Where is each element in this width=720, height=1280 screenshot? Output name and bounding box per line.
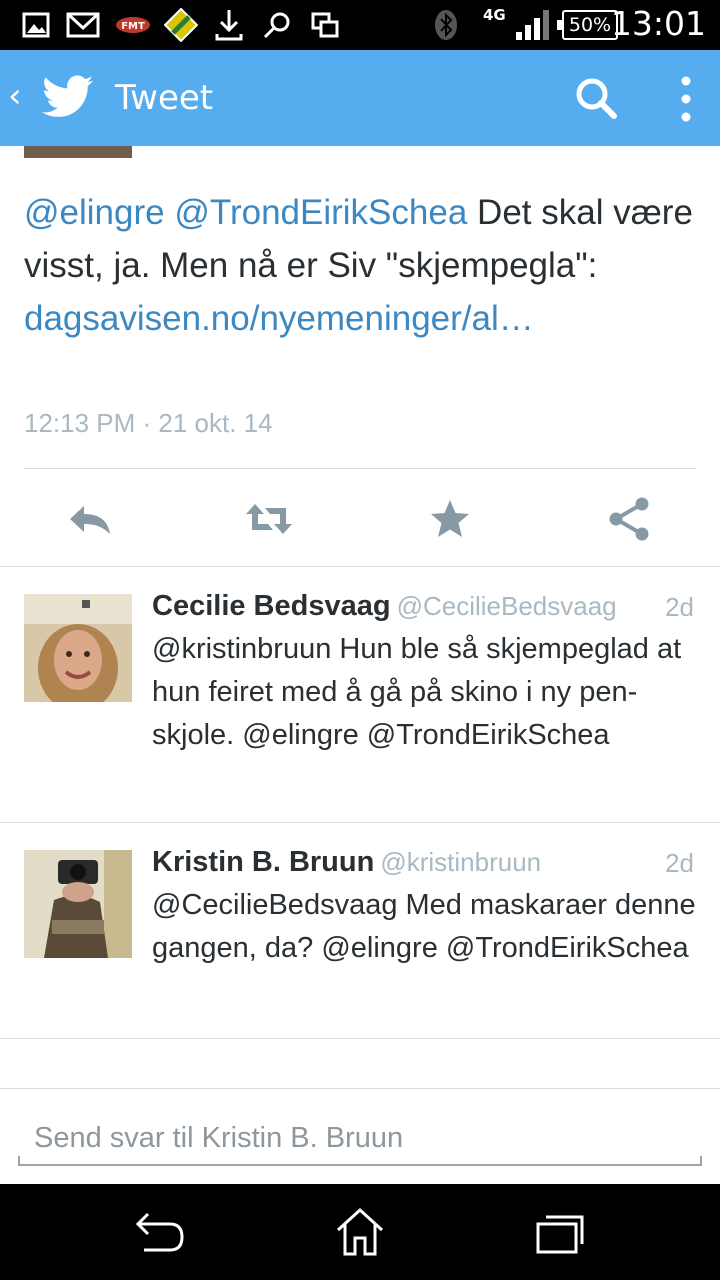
image-notification-icon [22, 12, 50, 38]
app-bar: ‹ Tweet [0, 50, 720, 146]
author-handle: @kristinbruun [380, 847, 542, 877]
back-icon[interactable] [130, 1206, 190, 1258]
author-name: Kristin B. Bruun [152, 846, 375, 878]
screen-mirror-icon [311, 12, 339, 38]
status-bar: FMT 4G 50% 13:01 [0, 0, 720, 50]
page-title: Tweet [115, 78, 214, 118]
reply-input[interactable] [18, 1118, 702, 1158]
avatar[interactable] [24, 594, 132, 702]
bluetooth-icon [435, 10, 457, 40]
reply-time: 2d [665, 848, 694, 878]
divider [0, 822, 720, 823]
search-icon[interactable] [572, 74, 622, 124]
download-icon [215, 10, 243, 41]
twitter-bird-icon[interactable] [42, 74, 94, 120]
overflow-menu-icon[interactable] [668, 74, 704, 124]
retweet-icon[interactable] [243, 494, 295, 544]
reply-time: 2d [665, 592, 694, 622]
reply-author[interactable]: Cecilie Bedsvaag @CecilieBedsvaag [152, 590, 617, 623]
svg-text:FMT: FMT [121, 21, 145, 32]
navigation-bar [0, 1184, 720, 1280]
link-icon [263, 12, 290, 39]
author-handle: @CecilieBedsvaag [396, 591, 617, 621]
share-icon[interactable] [604, 494, 656, 544]
divider [0, 1088, 720, 1089]
back-chevron-icon[interactable]: ‹ [8, 76, 22, 116]
star-icon[interactable] [424, 494, 476, 544]
reply-icon[interactable] [64, 494, 116, 544]
author-name: Cecilie Bedsvaag [152, 590, 391, 622]
avatar[interactable] [24, 146, 132, 158]
url-link[interactable]: dagsavisen.no/nyemeninger/al… [24, 299, 534, 338]
reply-composer [18, 1118, 702, 1166]
recents-icon[interactable] [530, 1206, 590, 1258]
fmt-app-icon: FMT [116, 17, 150, 33]
sign-app-icon [164, 8, 198, 42]
mention-link[interactable]: @elingre [24, 193, 165, 232]
reply-author[interactable]: Kristin B. Bruun @kristinbruun [152, 846, 541, 879]
divider [24, 468, 696, 469]
avatar[interactable] [24, 850, 132, 958]
divider [0, 566, 720, 567]
battery-indicator: 50% [557, 10, 618, 40]
clock: 13:01 [610, 4, 706, 43]
home-icon[interactable] [330, 1206, 390, 1258]
divider [0, 1038, 720, 1039]
tweet-text: @elingre @TrondEirikSchea Det skal være … [24, 186, 694, 345]
reply-text: @kristinbruun Hun ble så skjempeglad at … [152, 633, 682, 751]
gmail-icon [66, 12, 100, 38]
signal-icon [516, 10, 549, 40]
reply-text: @CecilieBedsvaag Med maskaraer denne gan… [152, 889, 696, 964]
tweet-timestamp: 12:13 PM · 21 okt. 14 [24, 408, 273, 438]
network-type: 4G [483, 6, 506, 24]
mention-link[interactable]: @TrondEirikSchea [174, 193, 467, 232]
